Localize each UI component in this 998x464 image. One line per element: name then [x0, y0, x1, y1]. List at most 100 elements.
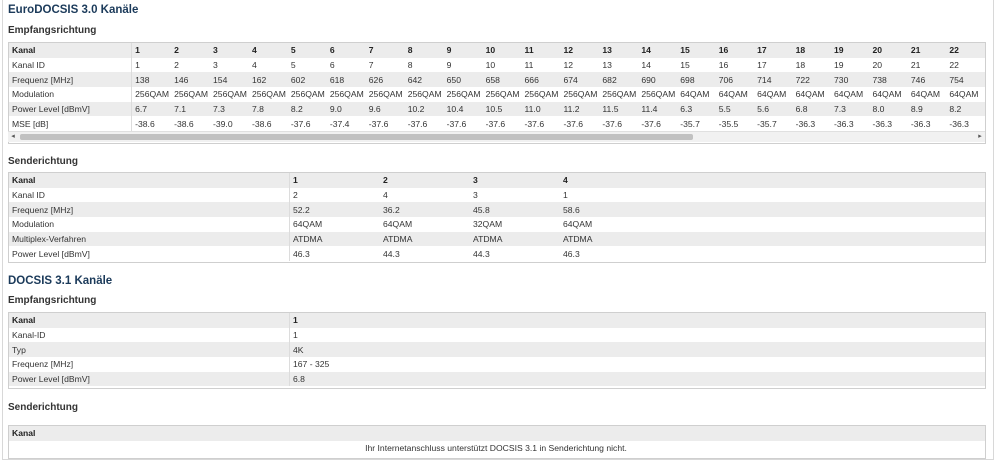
- table-cell: -36.3: [869, 116, 908, 132]
- table-cell: 11.0: [521, 101, 561, 117]
- table-filler-cell: [413, 342, 985, 358]
- table-cell: 16: [715, 43, 755, 58]
- table-row: Frequenz [MHz] 167 - 325: [9, 357, 985, 372]
- table-cell: 11: [521, 57, 561, 73]
- table-cell: 8.2: [946, 101, 985, 117]
- row-label: Kanal: [9, 313, 290, 328]
- table-cell: -37.4: [326, 116, 366, 132]
- downstream-table-scrollbar[interactable]: ◂ ▸: [8, 131, 985, 142]
- table-cell: 602: [287, 72, 327, 88]
- table-cell: 22: [946, 57, 985, 73]
- table-cell: 738: [869, 72, 908, 88]
- docsis30-upstream-table: Kanal 1 2 3 4 Kanal ID 2 4 3 1 Frequenz [MHz] 52.2 3…: [9, 173, 985, 262]
- table-cell: 20: [869, 57, 908, 73]
- table-cell: 21: [907, 57, 947, 73]
- scrollbar-thumb[interactable]: [20, 134, 693, 140]
- docsis30-title: EuroDOCSIS 3.0 Kanäle: [8, 4, 139, 16]
- table-cell: 3: [470, 173, 560, 188]
- table-cell: -38.6: [171, 116, 211, 132]
- table-cell: 36.2: [380, 202, 470, 218]
- table-cell: 22: [946, 43, 985, 58]
- table-filler-cell: [413, 371, 985, 387]
- table-row: Frequenz [MHz] 52.2 36.2 45.8 58.6: [9, 202, 985, 218]
- table-cell: 3: [210, 57, 249, 73]
- table-cell: 15: [677, 43, 716, 58]
- table-cell: 5.5: [715, 101, 755, 117]
- table-cell: 6.7: [131, 101, 172, 117]
- table-filler-cell: [650, 173, 985, 188]
- table-cell: 14: [638, 43, 678, 58]
- docsis31-upstream-message: Ihr Internetanschluss unterstützt DOCSIS…: [9, 441, 983, 456]
- table-cell: 1: [289, 313, 413, 328]
- table-filler-cell: [650, 231, 985, 247]
- docsis31-title: DOCSIS 3.1 Kanäle: [8, 275, 113, 287]
- table-filler-cell: [650, 246, 985, 262]
- table-cell: 19: [831, 57, 870, 73]
- table-cell: -38.6: [248, 116, 288, 132]
- table-cell: -36.3: [946, 116, 985, 132]
- table-cell: 64QAM: [792, 87, 832, 102]
- table-cell: 256QAM: [404, 87, 444, 102]
- table-cell: 6: [326, 57, 366, 73]
- table-cell: 21: [907, 43, 947, 58]
- table-cell: 256QAM: [210, 87, 249, 102]
- table-cell: 7.8: [248, 101, 288, 117]
- table-cell: 4: [248, 43, 288, 58]
- table-cell: 46.3: [289, 246, 380, 262]
- table-cell: 682: [599, 72, 639, 88]
- row-label: Modulation: [9, 217, 290, 232]
- table-cell: 690: [638, 72, 678, 88]
- table-cell: 64QAM: [869, 87, 908, 102]
- table-cell: 13: [599, 57, 639, 73]
- table-cell: 17: [754, 43, 793, 58]
- docsis30-upstream-title: Senderichtung: [8, 156, 79, 167]
- table-cell: 64QAM: [754, 87, 793, 102]
- docsis31-downstream-title: Empfangsrichtung: [8, 295, 97, 306]
- table-cell: 2: [171, 43, 211, 58]
- table-cell: -37.6: [443, 116, 483, 132]
- table-cell: 162: [248, 72, 288, 88]
- table-cell: 8: [404, 57, 444, 73]
- table-cell: -35.7: [754, 116, 793, 132]
- table-cell: -36.3: [907, 116, 947, 132]
- table-cell: 167 - 325: [289, 357, 413, 372]
- table-cell: -36.3: [792, 116, 832, 132]
- table-cell: 7.3: [831, 101, 870, 117]
- row-label: Modulation: [9, 87, 133, 102]
- table-filler-cell: [413, 313, 985, 328]
- table-cell: 64QAM: [289, 217, 380, 232]
- table-cell: ATDMA: [470, 231, 560, 247]
- table-row: Power Level [dBmV] 6.8: [9, 371, 985, 387]
- table-cell: 746: [907, 72, 947, 88]
- table-cell: 15: [677, 57, 716, 73]
- table-cell: 618: [326, 72, 366, 88]
- docsis31-upstream-table: Kanal: [9, 426, 985, 441]
- table-cell: 714: [754, 72, 793, 88]
- table-cell: 256QAM: [599, 87, 639, 102]
- table-cell: -37.6: [287, 116, 327, 132]
- table-cell: 18: [792, 57, 832, 73]
- table-cell: 5: [287, 57, 327, 73]
- table-filler-cell: [650, 202, 985, 218]
- docsis31-upstream-header: Kanal: [9, 426, 985, 441]
- table-cell: -38.6: [131, 116, 172, 132]
- table-row: Kanal 1 2 3 4: [9, 173, 985, 188]
- table-cell: 256QAM: [287, 87, 327, 102]
- table-cell: 64QAM: [380, 217, 470, 232]
- table-cell: 754: [946, 72, 985, 88]
- scroll-right-icon[interactable]: ▸: [975, 132, 985, 142]
- scroll-left-icon[interactable]: ◂: [8, 132, 18, 142]
- table-cell: -37.6: [560, 116, 600, 132]
- table-cell: 1: [289, 173, 380, 188]
- table-cell: 7: [365, 43, 405, 58]
- table-row: MSE [dB] -38.6 -38.6 -39.0 -38.6 -37.6 -37.4 -3…: [9, 116, 985, 132]
- table-cell: 10.2: [404, 101, 444, 117]
- table-row: Typ 4K: [9, 342, 985, 358]
- docsis31-downstream-table: Kanal 1 Kanal-ID 1 Typ 4K Frequenz [MHz] 167 - …: [9, 313, 985, 387]
- table-cell: 16: [715, 57, 755, 73]
- table-cell: 642: [404, 72, 444, 88]
- row-label: Typ: [9, 342, 290, 358]
- table-cell: 706: [715, 72, 755, 88]
- table-cell: 722: [792, 72, 832, 88]
- table-cell: 256QAM: [171, 87, 211, 102]
